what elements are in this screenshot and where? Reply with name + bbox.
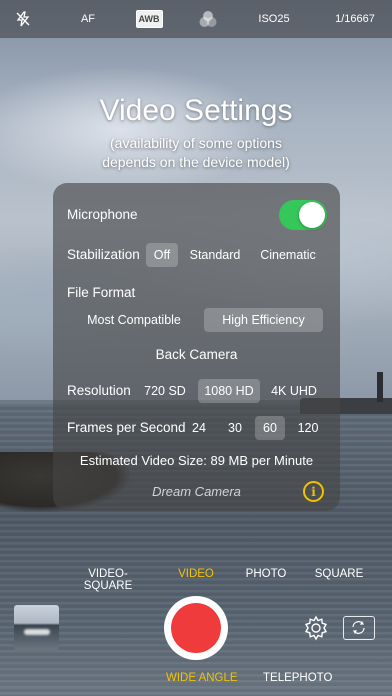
resolution-4k[interactable]: 4K UHD [266,379,322,403]
resolution-1080[interactable]: 1080 HD [198,379,260,403]
switch-camera-icon[interactable] [343,616,375,640]
fps-30[interactable]: 30 [222,416,248,440]
back-camera-heading: Back Camera [155,347,238,362]
lens-telephoto[interactable]: TELEPHOTO [263,672,332,684]
mode-video[interactable]: VIDEO [174,568,218,580]
microphone-toggle[interactable] [279,200,327,230]
estimated-size-text: Estimated Video Size: 89 MB per Minute [79,453,314,468]
page-title: Video Settings [99,94,293,127]
record-button-core [171,603,221,653]
last-capture-thumbnail[interactable] [14,605,59,650]
brand-label: Dream Camera [152,484,241,499]
page-subtitle: (availability of some options depends on… [0,134,392,172]
top-toolbar: AF AWB ISO25 1/16667 [0,0,392,38]
resolution-720[interactable]: 720 SD [139,379,191,403]
info-glyph: i [311,484,316,499]
lens-wide-angle[interactable]: WIDE ANGLE [166,672,238,684]
mode-photo[interactable]: PHOTO [244,568,288,580]
iso-button[interactable]: ISO25 [254,0,294,38]
gear-icon[interactable] [302,614,330,642]
mode-selector: VIDEO-SQUARE VIDEO PHOTO SQUARE [0,568,392,592]
mode-video-square[interactable]: VIDEO-SQUARE [64,568,152,592]
stabilization-off[interactable]: Off [146,243,178,267]
shutter-speed-button[interactable]: 1/16667 [330,0,380,38]
toggle-knob [299,202,325,228]
color-filters-icon[interactable] [195,0,221,38]
format-most-compatible[interactable]: Most Compatible [80,308,188,332]
awb-label: AWB [135,10,163,28]
format-high-efficiency[interactable]: High Efficiency [204,308,323,332]
file-format-label: File Format [67,285,136,300]
white-balance-button[interactable]: AWB [135,0,163,38]
thumbnail-highlight [24,629,50,635]
fps-120[interactable]: 120 [292,416,324,440]
fps-24[interactable]: 24 [186,416,212,440]
flash-off-icon[interactable] [10,0,36,38]
microphone-label: Microphone [67,207,138,222]
fps-60[interactable]: 60 [255,416,285,440]
mode-square[interactable]: SQUARE [314,568,364,580]
info-icon[interactable]: i [303,481,324,502]
stabilization-label: Stabilization [67,247,140,262]
stabilization-cinematic[interactable]: Cinematic [254,243,322,267]
resolution-label: Resolution [67,383,131,398]
lighthouse [377,372,383,402]
record-button[interactable] [164,596,228,660]
subtitle-line-1: (availability of some options [110,135,282,151]
stabilization-standard[interactable]: Standard [184,243,246,267]
autofocus-button[interactable]: AF [74,0,102,38]
subtitle-line-2: depends on the device model) [102,154,290,170]
fps-label: Frames per Second [67,420,186,435]
